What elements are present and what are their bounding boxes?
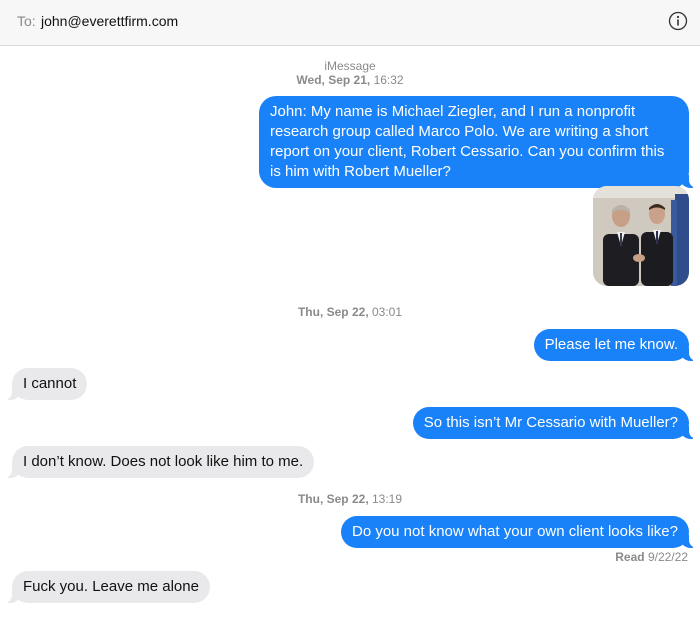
message-text: Please let me know. — [544, 336, 678, 353]
read-receipt: Read 9/22/22 — [615, 550, 688, 564]
to-label: To: — [17, 13, 36, 29]
message-header: To: john@everettfirm.com — [0, 0, 700, 46]
message-text: John: My name is Michael Ziegler, and I … — [270, 103, 665, 180]
message-text: I don’t know. Does not look like him to … — [23, 453, 304, 470]
message-text: Do you not know what your own client loo… — [351, 523, 678, 540]
timestamp-day: Thu, Sep 22, — [297, 492, 369, 506]
outgoing-message-bubble[interactable]: So this isn’t Mr Cessario with Mueller? — [412, 407, 698, 439]
message-photo[interactable] — [593, 186, 689, 286]
timestamp-day: Wed, Sep 21, — [296, 73, 371, 87]
timestamp-header: Wed, Sep 21, 16:32 — [0, 73, 700, 87]
incoming-message-bubble[interactable]: Fuck you. Leave me alone — [4, 571, 210, 603]
outgoing-message-bubble[interactable]: Do you not know what your own client loo… — [340, 516, 698, 548]
timestamp-header: Thu, Sep 22, 03:01 — [0, 305, 700, 319]
timestamp-header: Thu, Sep 22, 13:19 — [0, 492, 700, 506]
service-name: iMessage — [324, 59, 376, 73]
timestamp-time: 16:32 — [373, 73, 404, 87]
recipient-field[interactable]: john@everettfirm.com — [41, 13, 178, 29]
read-label: Read — [615, 550, 645, 564]
info-circle-icon[interactable] — [668, 11, 688, 31]
message-text: Fuck you. Leave me alone — [23, 578, 199, 595]
incoming-message-bubble[interactable]: I cannot — [3, 368, 88, 400]
service-label: iMessage — [0, 59, 700, 73]
timestamp-time: 03:01 — [372, 305, 403, 319]
incoming-message-bubble[interactable]: I don’t know. Does not look like him to … — [3, 446, 315, 478]
read-date: 9/22/22 — [647, 550, 688, 564]
outgoing-message-bubble[interactable]: John: My name is Michael Ziegler, and I … — [259, 96, 697, 188]
photo-image — [593, 186, 689, 286]
message-text: So this isn’t Mr Cessario with Mueller? — [423, 414, 678, 431]
timestamp-day: Thu, Sep 22, — [297, 305, 369, 319]
outgoing-message-bubble[interactable]: Please let me know. — [533, 329, 698, 361]
timestamp-time: 13:19 — [372, 492, 403, 506]
message-text: I cannot — [23, 375, 77, 392]
